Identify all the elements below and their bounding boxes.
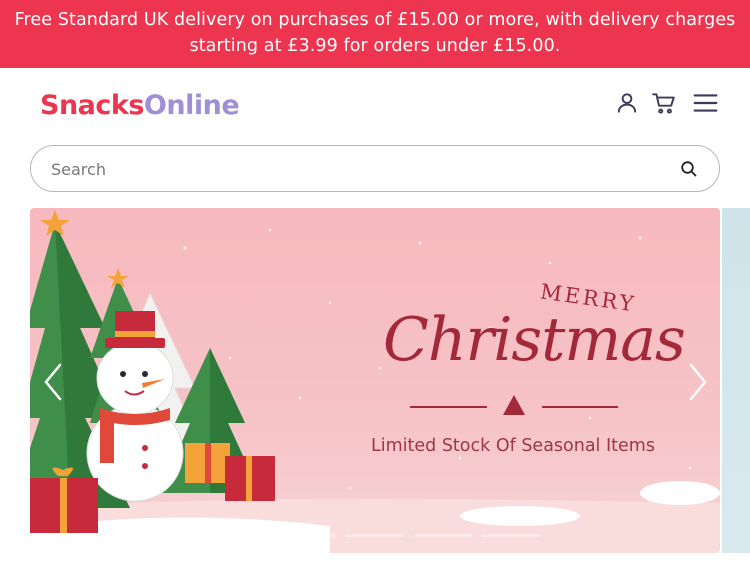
hero-title: Christmas: [383, 305, 686, 375]
next-slide-icon[interactable]: [683, 362, 713, 402]
search-bar: [30, 145, 720, 192]
next-slide-peek: [722, 208, 750, 553]
slide-dot[interactable]: [482, 534, 540, 537]
account-icon[interactable]: [614, 90, 640, 116]
site-header: SnacksOnline: [0, 68, 750, 144]
hero-subtitle: Limited Stock Of Seasonal Items: [371, 436, 655, 456]
slide-dot[interactable]: [278, 534, 336, 537]
cart-icon[interactable]: [651, 90, 677, 116]
site-logo[interactable]: SnacksOnline: [40, 90, 240, 121]
logo-part-1: Snacks: [40, 90, 144, 121]
promo-banner: Free Standard UK delivery on purchases o…: [0, 0, 750, 68]
hero-banner[interactable]: [30, 208, 720, 553]
christmas-scene-image: [30, 210, 720, 553]
search-input[interactable]: [51, 156, 651, 182]
promo-line-2: starting at £3.99 for orders under £15.0…: [189, 36, 561, 56]
prev-slide-icon[interactable]: [38, 362, 68, 402]
menu-icon[interactable]: [692, 90, 719, 116]
slide-dot[interactable]: [414, 534, 472, 537]
slide-indicators: [210, 534, 550, 538]
slide-dot[interactable]: [346, 534, 404, 537]
search-icon[interactable]: [679, 159, 699, 179]
slide-dot[interactable]: [210, 534, 268, 537]
logo-part-2: Online: [143, 90, 240, 121]
promo-line-1: Free Standard UK delivery on purchases o…: [14, 10, 736, 30]
